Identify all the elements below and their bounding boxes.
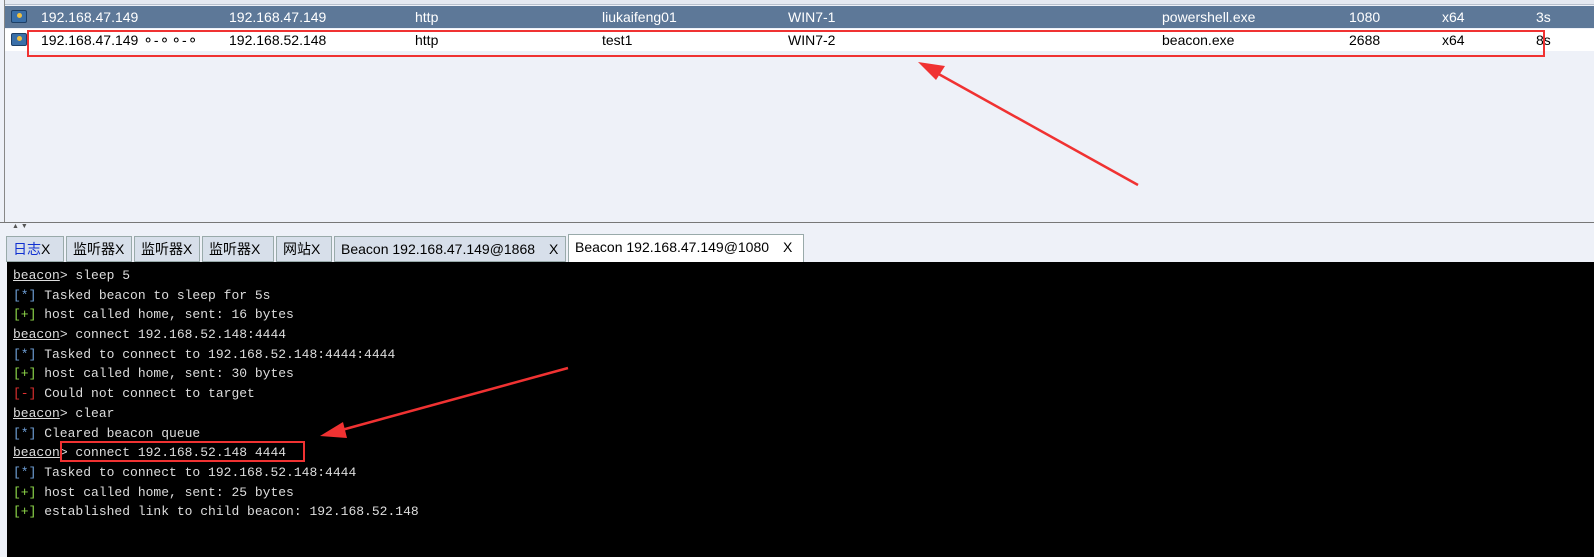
arrow-head [320,422,347,438]
arrow-to-session [934,70,1139,187]
arrow-head [918,62,945,80]
arrow-to-command [337,366,569,433]
annotation-arrows [320,62,1139,438]
